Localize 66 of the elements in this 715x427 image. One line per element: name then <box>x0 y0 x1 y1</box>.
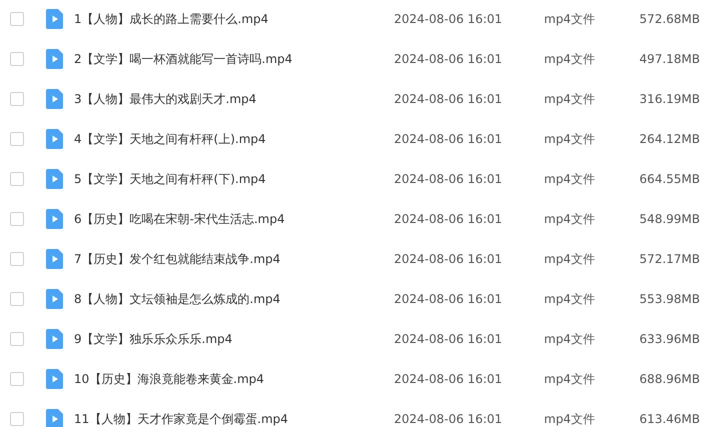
video-file-icon <box>46 409 63 427</box>
file-size: 613.46MB <box>638 412 700 426</box>
file-type: mp4文件 <box>544 330 596 348</box>
video-file-icon <box>46 329 63 349</box>
file-name[interactable]: 6【历史】吃喝在宋朝-宋代生活志.mp4 <box>74 210 394 228</box>
file-type: mp4文件 <box>544 90 596 108</box>
modified-date: 2024-08-06 16:01 <box>394 132 504 146</box>
file-name[interactable]: 5【文学】天地之间有杆秤(下).mp4 <box>74 170 394 188</box>
video-file-icon <box>46 129 63 149</box>
modified-date: 2024-08-06 16:01 <box>394 212 504 226</box>
checkbox[interactable] <box>10 92 24 106</box>
file-size: 572.17MB <box>638 252 700 266</box>
file-name[interactable]: 3【人物】最伟大的戏剧天才.mp4 <box>74 90 394 108</box>
checkbox[interactable] <box>10 372 24 386</box>
modified-date: 2024-08-06 16:01 <box>394 332 504 346</box>
modified-date: 2024-08-06 16:01 <box>394 52 504 66</box>
checkbox[interactable] <box>10 412 24 426</box>
file-type: mp4文件 <box>544 370 596 388</box>
file-name[interactable]: 7【历史】发个红包就能结束战争.mp4 <box>74 250 394 268</box>
checkbox[interactable] <box>10 12 24 26</box>
video-file-icon <box>46 89 63 109</box>
file-name[interactable]: 10【历史】海浪竟能卷来黄金.mp4 <box>74 370 394 388</box>
video-file-icon <box>46 9 63 29</box>
file-name[interactable]: 9【文学】独乐乐众乐乐.mp4 <box>74 330 394 348</box>
file-type: mp4文件 <box>544 210 596 228</box>
file-name[interactable]: 1【人物】成长的路上需要什么.mp4 <box>74 10 394 28</box>
modified-date: 2024-08-06 16:01 <box>394 292 504 306</box>
video-file-icon <box>46 49 63 69</box>
file-type: mp4文件 <box>544 410 596 427</box>
file-size: 572.68MB <box>638 12 700 26</box>
file-type: mp4文件 <box>544 130 596 148</box>
file-size: 664.55MB <box>638 172 700 186</box>
file-type: mp4文件 <box>544 170 596 188</box>
checkbox[interactable] <box>10 52 24 66</box>
checkbox[interactable] <box>10 332 24 346</box>
file-size: 264.12MB <box>638 132 700 146</box>
modified-date: 2024-08-06 16:01 <box>394 412 504 426</box>
modified-date: 2024-08-06 16:01 <box>394 12 504 26</box>
modified-date: 2024-08-06 16:01 <box>394 372 504 386</box>
video-file-icon <box>46 209 63 229</box>
modified-date: 2024-08-06 16:01 <box>394 252 504 266</box>
video-file-icon <box>46 249 63 269</box>
modified-date: 2024-08-06 16:01 <box>394 172 504 186</box>
checkbox[interactable] <box>10 212 24 226</box>
file-type: mp4文件 <box>544 250 596 268</box>
checkbox[interactable] <box>10 172 24 186</box>
file-name[interactable]: 2【文学】喝一杯酒就能写一首诗吗.mp4 <box>74 50 394 68</box>
checkbox[interactable] <box>10 252 24 266</box>
file-type: mp4文件 <box>544 10 596 28</box>
file-size: 497.18MB <box>638 52 700 66</box>
file-size: 688.96MB <box>638 372 700 386</box>
checkbox[interactable] <box>10 292 24 306</box>
file-type: mp4文件 <box>544 50 596 68</box>
file-size: 548.99MB <box>638 212 700 226</box>
file-size: 633.96MB <box>638 332 700 346</box>
file-name[interactable]: 8【人物】文坛领袖是怎么炼成的.mp4 <box>74 290 394 308</box>
modified-date: 2024-08-06 16:01 <box>394 92 504 106</box>
file-type: mp4文件 <box>544 290 596 308</box>
video-file-icon <box>46 169 63 189</box>
checkbox[interactable] <box>10 132 24 146</box>
video-file-icon <box>46 369 63 389</box>
file-name[interactable]: 4【文学】天地之间有杆秤(上).mp4 <box>74 130 394 148</box>
video-file-icon <box>46 289 63 309</box>
file-size: 553.98MB <box>638 292 700 306</box>
file-name[interactable]: 11【人物】天才作家竟是个倒霉蛋.mp4 <box>74 410 394 427</box>
file-size: 316.19MB <box>638 92 700 106</box>
